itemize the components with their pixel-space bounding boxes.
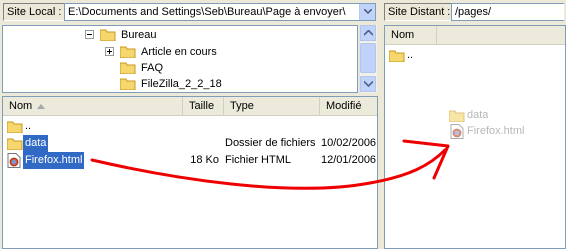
drag-arrow-icon: [90, 139, 450, 190]
